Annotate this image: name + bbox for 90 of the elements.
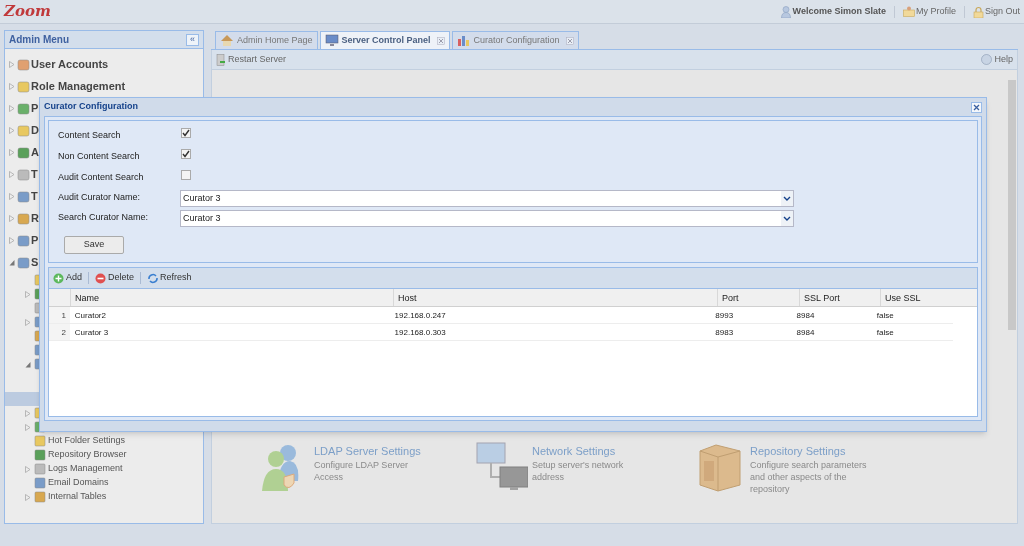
collapsed-arrow-icon[interactable]	[8, 214, 15, 222]
delete-icon	[95, 272, 106, 284]
tree-item[interactable]: T	[31, 165, 38, 183]
toolbar-button[interactable]: Refresh	[147, 271, 192, 285]
refresh-icon	[147, 272, 159, 284]
collapsed-arrow-icon[interactable]	[8, 236, 15, 244]
field-label: Content Search	[58, 128, 122, 142]
table-cell-text: 192.168.0.247	[393, 310, 447, 322]
field-label: Audit Content Search	[58, 170, 145, 184]
column-header[interactable]: Use SSL	[880, 289, 962, 306]
tree-item[interactable]: Role Management	[31, 77, 126, 95]
collapsed-arrow-icon[interactable]	[8, 170, 15, 178]
collapsed-arrow-icon[interactable]	[24, 290, 31, 298]
collapsed-arrow-icon[interactable]	[24, 409, 31, 417]
field-label: Non Content Search	[58, 149, 141, 163]
checkbox[interactable]	[181, 169, 191, 180]
collapsed-arrow-icon[interactable]	[8, 60, 15, 68]
profile-icon	[902, 6, 915, 17]
checkbox[interactable]	[181, 127, 191, 138]
table-cell-text: 8983	[714, 327, 735, 339]
collapsed-arrow-icon[interactable]	[8, 192, 15, 200]
column-header[interactable]: Port	[717, 289, 799, 306]
lock-icon	[972, 5, 984, 18]
column-header[interactable]: Host	[393, 289, 717, 306]
expanded-arrow-icon[interactable]	[24, 360, 31, 368]
help-button[interactable]: Help	[981, 52, 1013, 67]
tab[interactable]: Admin Home Page	[215, 31, 318, 49]
network-icon	[476, 440, 528, 493]
tree-item[interactable]: A	[31, 143, 39, 161]
column-header[interactable]: SSL Port	[799, 289, 880, 306]
expanded-arrow-icon[interactable]	[8, 258, 15, 266]
collapsed-arrow-icon[interactable]	[8, 104, 15, 112]
sign-out-link[interactable]: Sign Out	[972, 4, 1020, 19]
column-header[interactable]: Name	[70, 289, 393, 306]
collapsed-arrow-icon[interactable]	[24, 423, 31, 431]
tree-item[interactable]: D	[31, 121, 39, 139]
welcome-text: Welcome Simon Slate	[792, 4, 886, 18]
table-cell-text: Curator 3	[73, 327, 110, 339]
restart-server-button[interactable]: Restart Server	[216, 52, 287, 67]
tree-item[interactable]: Hot Folder Settings	[48, 434, 126, 448]
panel-title: Admin Menu	[9, 33, 69, 47]
checkbox[interactable]	[181, 148, 191, 159]
collapsed-arrow-icon[interactable]	[8, 148, 15, 156]
collapse-button[interactable]: «	[186, 33, 199, 46]
profile-link[interactable]: My Profile	[902, 4, 956, 19]
table-cell-text: 192.168.0.303	[393, 327, 447, 339]
bar-chart-icon	[456, 34, 471, 47]
house-icon	[220, 34, 234, 47]
add-icon	[53, 272, 64, 284]
row-number: 1	[49, 307, 70, 323]
collapsed-arrow-icon[interactable]	[24, 465, 31, 473]
tree-item[interactable]: P	[31, 231, 39, 249]
tree-item[interactable]: User Accounts	[31, 55, 109, 73]
tree-item[interactable]: P	[31, 99, 39, 117]
tree-item[interactable]: Email Domains	[48, 476, 109, 490]
settings-description: Configure LDAP Server Access	[314, 459, 409, 483]
field-label: Search Curator Name:	[58, 211, 150, 225]
close-icon[interactable]	[971, 101, 982, 113]
tree-item[interactable]: R	[31, 209, 39, 227]
field-label: Audit Curator Name:	[58, 191, 142, 205]
collapsed-arrow-icon[interactable]	[24, 318, 31, 326]
tree-item[interactable]: T	[31, 187, 38, 205]
dialog-title: Curator Configuration	[44, 100, 138, 114]
table-cell-text: false	[875, 310, 895, 322]
toolbar-button[interactable]: Add	[53, 271, 82, 285]
table-cell-text: Curator2	[73, 310, 107, 322]
tree-item[interactable]: Internal Tables	[48, 490, 107, 504]
server-icon	[216, 53, 226, 66]
dropdown-field[interactable]: Curator 3	[180, 209, 794, 227]
collapsed-arrow-icon[interactable]	[8, 82, 15, 90]
settings-description: Configure search parameters and other aspects of the repository	[750, 459, 868, 495]
collapsed-arrow-icon[interactable]	[24, 493, 31, 501]
toolbar-button[interactable]: Delete	[95, 271, 135, 285]
tree-item[interactable]: S	[31, 253, 39, 271]
tab[interactable]: Server Control Panel	[319, 31, 450, 49]
help-icon	[981, 54, 993, 65]
tree-item[interactable]: Repository Browser	[48, 448, 127, 462]
row-number: 2	[49, 324, 70, 340]
logo: Zoom	[4, 1, 51, 23]
collapsed-arrow-icon[interactable]	[8, 126, 15, 134]
save-button[interactable]: Save	[64, 236, 124, 254]
settings-description: Setup server's network address	[532, 459, 625, 483]
table-cell-text: 8993	[714, 310, 735, 322]
dropdown-field[interactable]: Curator 3	[180, 189, 794, 207]
user-icon	[780, 5, 791, 18]
table-cell-text: 8984	[795, 327, 816, 339]
tree-item[interactable]: Logs Management	[48, 462, 123, 476]
table-cell-text: false	[875, 327, 895, 339]
monitor-icon	[324, 34, 339, 47]
table-cell-text: 8984	[795, 310, 816, 322]
